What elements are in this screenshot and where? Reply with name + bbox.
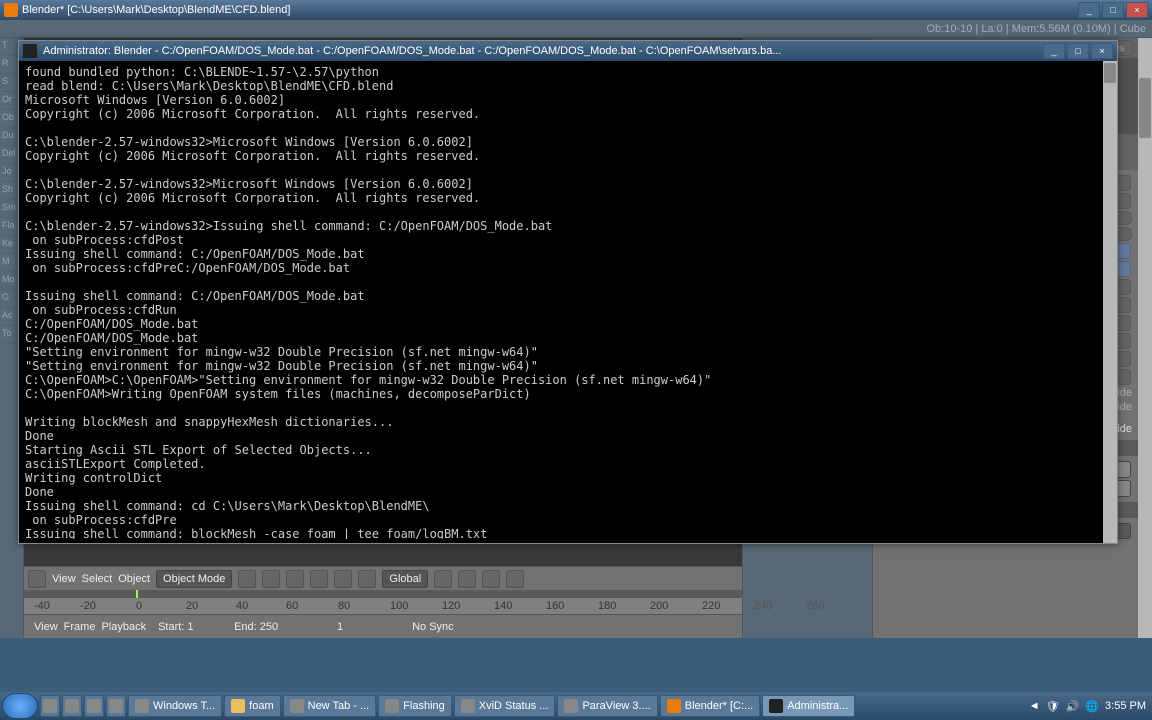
render-icon[interactable]	[506, 570, 524, 588]
console-title-text: Administrator: Blender - C:/OpenFOAM/DOS…	[43, 45, 781, 57]
orientation-select[interactable]: Global	[382, 570, 428, 588]
layers-icon[interactable]	[434, 570, 452, 588]
window-title: Blender* [C:\Users\Mark\Desktop\BlendME\…	[22, 4, 290, 16]
quick-launch-icon[interactable]	[62, 695, 82, 717]
end-frame[interactable]: End: 250	[234, 621, 304, 633]
timeline-ruler[interactable]: -40 -20 0 20 40 60 80 100 120 140 160 18…	[24, 598, 742, 614]
console-minimize[interactable]: _	[1043, 43, 1065, 59]
scrollbar-area	[1138, 38, 1152, 638]
quick-launch-icon[interactable]	[84, 695, 104, 717]
clock[interactable]: 3:55 PM	[1105, 700, 1146, 712]
quick-launch-icon[interactable]	[106, 695, 126, 717]
console-output[interactable]: found bundled python: C:\BLENDE~1.57-\2.…	[19, 61, 1117, 539]
console-close[interactable]: ×	[1091, 43, 1113, 59]
taskbar-item[interactable]: Blender* [C:...	[660, 695, 760, 717]
start-button[interactable]	[2, 693, 38, 719]
tl-view-menu[interactable]: View	[34, 621, 58, 633]
tray-icon[interactable]: 🔊	[1066, 700, 1080, 713]
tl-playback-menu[interactable]: Playback	[101, 621, 146, 633]
tray-icon[interactable]: 🛡	[1046, 700, 1060, 713]
maximize-button[interactable]: □	[1102, 2, 1124, 18]
manip-translate-icon[interactable]	[310, 570, 328, 588]
manipulator-icon[interactable]	[286, 570, 304, 588]
taskbar: Windows T... foam New Tab - ... Flashing…	[0, 692, 1152, 720]
layers2-icon[interactable]	[458, 570, 476, 588]
console-scrollbar[interactable]	[1103, 61, 1117, 543]
sync-mode[interactable]: No Sync	[412, 621, 454, 633]
shading-icon[interactable]	[238, 570, 256, 588]
console-window[interactable]: Administrator: Blender - C:/OpenFOAM/DOS…	[18, 40, 1118, 544]
cmd-icon	[23, 44, 37, 58]
editor-type-icon[interactable]	[28, 570, 46, 588]
close-button[interactable]: ×	[1126, 2, 1148, 18]
snap-icon[interactable]	[482, 570, 500, 588]
scrollbar[interactable]	[1138, 38, 1152, 638]
console-titlebar[interactable]: Administrator: Blender - C:/OpenFOAM/DOS…	[19, 41, 1117, 61]
timeline-header: View Frame Playback Start: 1 End: 250 1 …	[24, 614, 742, 638]
object-menu[interactable]: Object	[118, 573, 150, 585]
tray-icon[interactable]: 🌐	[1085, 700, 1099, 713]
taskbar-item[interactable]: foam	[224, 695, 280, 717]
quick-launch-icon[interactable]	[40, 695, 60, 717]
taskbar-item[interactable]: New Tab - ...	[283, 695, 377, 717]
blender-info-bar: Ob:10-10 | La:0 | Mem:5.56M (0.10M) | Cu…	[0, 20, 1152, 38]
blender-icon	[4, 3, 18, 17]
taskbar-item-active[interactable]: Administra...	[762, 695, 855, 717]
taskbar-item[interactable]: Flashing	[378, 695, 452, 717]
start-frame[interactable]: Start: 1	[158, 621, 228, 633]
pivot-icon[interactable]	[262, 570, 280, 588]
taskbar-item[interactable]: Windows T...	[128, 695, 222, 717]
taskbar-item[interactable]: ParaView 3....	[557, 695, 657, 717]
system-tray[interactable]: ◄ 🛡 🔊 🌐 3:55 PM	[1029, 700, 1150, 713]
viewport-header: View Select Object Object Mode Global	[24, 566, 742, 590]
info-stats: Ob:10-10 | La:0 | Mem:5.56M (0.10M) | Cu…	[926, 23, 1146, 35]
tray-icon[interactable]: ◄	[1029, 700, 1040, 712]
taskbar-item[interactable]: XviD Status ...	[454, 695, 556, 717]
select-menu[interactable]: Select	[82, 573, 113, 585]
tl-frame-menu[interactable]: Frame	[64, 621, 96, 633]
manip-rotate-icon[interactable]	[334, 570, 352, 588]
blender-titlebar[interactable]: Blender* [C:\Users\Mark\Desktop\BlendME\…	[0, 0, 1152, 20]
view-menu[interactable]: View	[52, 573, 76, 585]
console-maximize[interactable]: □	[1067, 43, 1089, 59]
timeline-track[interactable]	[24, 590, 742, 598]
manip-scale-icon[interactable]	[358, 570, 376, 588]
mode-select[interactable]: Object Mode	[156, 570, 232, 588]
minimize-button[interactable]: _	[1078, 2, 1100, 18]
current-frame[interactable]: 1	[310, 621, 370, 633]
